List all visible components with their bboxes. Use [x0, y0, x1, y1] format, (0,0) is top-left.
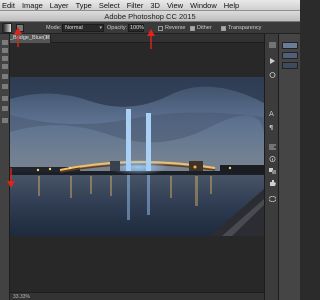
opacity-value: 100% [130, 25, 145, 31]
mode-label: Mode: [46, 25, 62, 31]
transparency-check-icon [221, 25, 226, 31]
paragraph-icon[interactable]: ¶ [269, 124, 276, 130]
menu-filter[interactable]: Filter [127, 0, 144, 11]
layer-thumbnail-2[interactable] [282, 52, 298, 59]
menu-type[interactable]: Type [76, 0, 92, 11]
info-icon[interactable] [269, 156, 276, 162]
dither-label: Dither [197, 25, 212, 31]
crop-tool-icon[interactable] [2, 64, 8, 69]
status-bar: 33.33% [10, 292, 264, 300]
right-panel-dock: A ¶ [264, 34, 300, 300]
svg-text:A: A [269, 110, 274, 116]
close-icon[interactable]: × [45, 34, 49, 43]
move-tool-icon[interactable] [2, 40, 8, 45]
gradient-tool-preset-button[interactable] [2, 23, 12, 33]
hand-tool-icon[interactable] [2, 118, 8, 123]
history-icon[interactable] [269, 42, 276, 48]
transparency-label: Transparency [228, 25, 262, 31]
dither-checkbox[interactable]: Dither [190, 22, 212, 34]
pen-tool-icon[interactable] [2, 96, 8, 101]
annotation-arrow-canvas [7, 168, 15, 188]
opacity-label: Opacity: [107, 25, 128, 31]
svg-text:¶: ¶ [269, 124, 273, 130]
reverse-checkbox[interactable]: Reverse [158, 22, 185, 34]
annotation-arrow-tool [14, 27, 22, 47]
cube-3d-icon[interactable] [269, 196, 276, 202]
lasso-tool-icon[interactable] [2, 56, 8, 61]
annotation-arrow-opacity [147, 29, 155, 49]
toolbox [0, 34, 10, 300]
transparency-checkbox[interactable]: Transparency [221, 22, 261, 34]
adjustments-icon[interactable] [269, 72, 276, 78]
menu-image[interactable]: Image [22, 0, 43, 11]
marquee-tool-icon[interactable] [2, 48, 8, 53]
layer-thumbnail-3[interactable] [282, 62, 298, 69]
gradient-tool-icon[interactable] [2, 84, 8, 89]
hand-icon[interactable] [269, 180, 276, 186]
menu-edit[interactable]: Edit [2, 0, 15, 11]
character-icon[interactable]: A [269, 110, 276, 116]
zoom-level[interactable]: 33.33% [13, 294, 30, 300]
mode-select[interactable]: Normal ▾ [62, 24, 104, 32]
brush-settings-icon[interactable] [269, 144, 276, 150]
opacity-input[interactable]: 100% [128, 24, 144, 32]
bridge-photo [10, 77, 264, 236]
menu-layer[interactable]: Layer [50, 0, 69, 11]
color-icon[interactable] [269, 168, 276, 174]
menu-3d[interactable]: 3D [150, 0, 160, 11]
brush-tool-icon[interactable] [2, 74, 8, 79]
play-icon[interactable] [269, 58, 276, 64]
window-title: Adobe Photoshop CC 2015 [104, 12, 196, 21]
menu-view[interactable]: View [167, 0, 183, 11]
menu-bar: Edit Image Layer Type Select Filter 3D V… [0, 0, 300, 11]
window-title-bar: Adobe Photoshop CC 2015 [0, 11, 300, 22]
menu-help[interactable]: Help [224, 0, 239, 11]
mode-value: Normal [65, 25, 83, 31]
type-tool-icon[interactable] [2, 106, 8, 111]
menu-window[interactable]: Window [190, 0, 217, 11]
layer-thumbnail[interactable] [282, 42, 298, 49]
dither-check-icon [190, 25, 195, 31]
chevron-down-icon: ▾ [99, 25, 102, 31]
menu-select[interactable]: Select [99, 0, 120, 11]
reverse-label: Reverse [165, 25, 186, 31]
reverse-check-icon [158, 25, 163, 31]
